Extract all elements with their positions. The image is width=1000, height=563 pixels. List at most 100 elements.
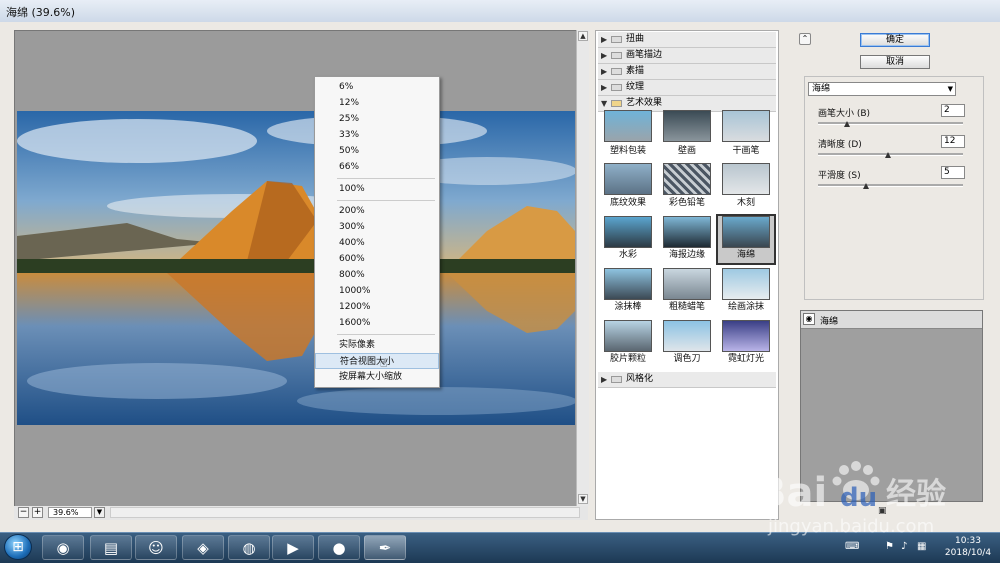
sharpness-label: 清晰度 (D) (818, 140, 862, 150)
sharpness-knob[interactable] (885, 152, 891, 158)
filter-poster-edges-thumb[interactable] (663, 216, 711, 248)
folder-icon (611, 52, 622, 59)
menu-item-1600[interactable]: 1600% (315, 315, 439, 331)
zoom-value-field[interactable]: 39.6% (48, 507, 92, 518)
zoom-in-button[interactable]: + (32, 507, 43, 518)
watermark-cn: 经验 (886, 477, 946, 512)
filter-label: 塑料包装 (609, 146, 646, 156)
menu-separator (337, 334, 435, 335)
menu-item-6[interactable]: 6% (315, 79, 439, 95)
menu-item-actual-pixels[interactable]: 实际像素 (315, 337, 439, 353)
filter-label: 海报边缘 (668, 250, 705, 260)
filter-label: 涂抹棒 (614, 302, 642, 312)
menu-item-50[interactable]: 50% (315, 143, 439, 159)
filter-watercolor-thumb[interactable] (604, 216, 652, 248)
filter-colored-pencil-thumb[interactable] (663, 163, 711, 195)
filter-dry-brush-thumb[interactable] (722, 110, 770, 142)
firefox-icon[interactable]: ◍ (228, 535, 270, 560)
qq-app-icon[interactable]: ☺ (135, 535, 177, 560)
filter-sponge-thumb[interactable] (722, 216, 770, 248)
record-app-icon[interactable]: ● (318, 535, 360, 560)
clock-date: 2018/10/4 (944, 548, 992, 558)
filter-palette-knife-thumb[interactable] (663, 320, 711, 352)
category-stylize[interactable]: ▶ 风格化 (598, 372, 776, 388)
smoothness-knob[interactable] (863, 183, 869, 189)
menu-item-400[interactable]: 400% (315, 235, 439, 251)
watermark-brand: Bai (756, 470, 827, 516)
feather-app-icon[interactable]: ✒ (364, 535, 406, 560)
brush-size-knob[interactable] (844, 121, 850, 127)
ok-button[interactable]: 确定 (860, 33, 930, 47)
filter-plastic-wrap-thumb[interactable] (604, 110, 652, 142)
menu-item-1200[interactable]: 1200% (315, 299, 439, 315)
smoothness-slider[interactable] (818, 184, 963, 187)
title-bar: 海绵 (39.6%) (0, 0, 1000, 23)
filter-label: 海绵 (736, 250, 755, 260)
menu-item-800[interactable]: 800% (315, 267, 439, 283)
menu-item-33[interactable]: 33% (315, 127, 439, 143)
filter-label: 干画笔 (732, 146, 760, 156)
category-sketch[interactable]: ▶ 素描 (598, 64, 776, 80)
baidu-watermark: Bai du 经验 jingyan.baidu.com (738, 454, 1000, 544)
triangle-down-icon: ▼ (601, 99, 608, 108)
mouse-cursor-icon: ☝ (380, 356, 388, 370)
preview-area[interactable] (14, 30, 580, 508)
collapse-gallery-icon[interactable]: ⌃ (799, 33, 811, 45)
zoom-out-button[interactable]: − (18, 507, 29, 518)
folder-icon (611, 36, 622, 43)
category-texture[interactable]: ▶ 纹理 (598, 80, 776, 96)
menu-item-25[interactable]: 25% (315, 111, 439, 127)
filter-paint-daubs-thumb[interactable] (722, 268, 770, 300)
browser-app-icon[interactable]: ◉ (42, 535, 84, 560)
menu-item-fit-screen[interactable]: 按屏幕大小缩放 (315, 369, 439, 385)
scroll-up-icon[interactable]: ▲ (578, 31, 588, 41)
filter-neon-glow-thumb[interactable] (722, 320, 770, 352)
menu-item-66[interactable]: 66% (315, 159, 439, 175)
menu-item-300[interactable]: 300% (315, 219, 439, 235)
video-app-icon[interactable]: ◈ (182, 535, 224, 560)
category-distort[interactable]: ▶ 扭曲 (598, 32, 776, 48)
folder-open-icon (611, 100, 622, 107)
filter-label: 调色刀 (673, 354, 701, 364)
chevron-down-icon: ▼ (947, 85, 953, 93)
brush-size-field[interactable]: 2 (941, 104, 965, 117)
filter-film-grain-thumb[interactable] (604, 320, 652, 352)
filter-select[interactable]: 海绵 ▼ (808, 82, 956, 96)
menu-item-200[interactable]: 200% (315, 203, 439, 219)
folder-icon (611, 376, 622, 383)
start-button[interactable]: ⊞ (4, 534, 32, 560)
triangle-right-icon: ▶ (601, 35, 608, 44)
category-brush-strokes[interactable]: ▶ 画笔描边 (598, 48, 776, 64)
preview-image (17, 111, 575, 425)
media-player-icon[interactable]: ▶ (272, 535, 314, 560)
menu-item-1000[interactable]: 1000% (315, 283, 439, 299)
triangle-right-icon: ▶ (601, 51, 608, 60)
filter-cutout-thumb[interactable] (722, 163, 770, 195)
filter-fresco-thumb[interactable] (663, 110, 711, 142)
scroll-down-icon[interactable]: ▼ (578, 494, 588, 504)
filter-label: 底纹效果 (609, 198, 646, 208)
chevron-down-icon[interactable]: ▼ (94, 507, 105, 518)
filter-label: 粗糙蜡笔 (668, 302, 705, 312)
cancel-button[interactable]: 取消 (860, 55, 930, 69)
filter-rough-pastels-thumb[interactable] (663, 268, 711, 300)
preview-vertical-scrollbar[interactable]: ▲ ▼ (576, 30, 589, 506)
menu-separator (337, 200, 435, 201)
menu-item-100[interactable]: 100% (315, 181, 439, 197)
preview-horizontal-scrollbar[interactable] (110, 507, 580, 518)
filter-label: 木刻 (736, 198, 755, 208)
brush-size-slider[interactable] (818, 122, 963, 125)
filter-smudge-stick-thumb[interactable] (604, 268, 652, 300)
brush-size-label: 画笔大小 (B) (818, 109, 871, 119)
menu-item-fit-view[interactable]: 符合视图大小 (315, 353, 439, 369)
sharpness-field[interactable]: 12 (941, 135, 965, 148)
folder-icon (611, 84, 622, 91)
filter-underpainting-thumb[interactable] (604, 163, 652, 195)
folder-icon (611, 68, 622, 75)
eye-icon[interactable]: ◉ (803, 313, 815, 325)
menu-item-12[interactable]: 12% (315, 95, 439, 111)
menu-item-600[interactable]: 600% (315, 251, 439, 267)
smoothness-field[interactable]: 5 (941, 166, 965, 179)
file-explorer-icon[interactable]: ▤ (90, 535, 132, 560)
triangle-right-icon: ▶ (601, 375, 608, 384)
